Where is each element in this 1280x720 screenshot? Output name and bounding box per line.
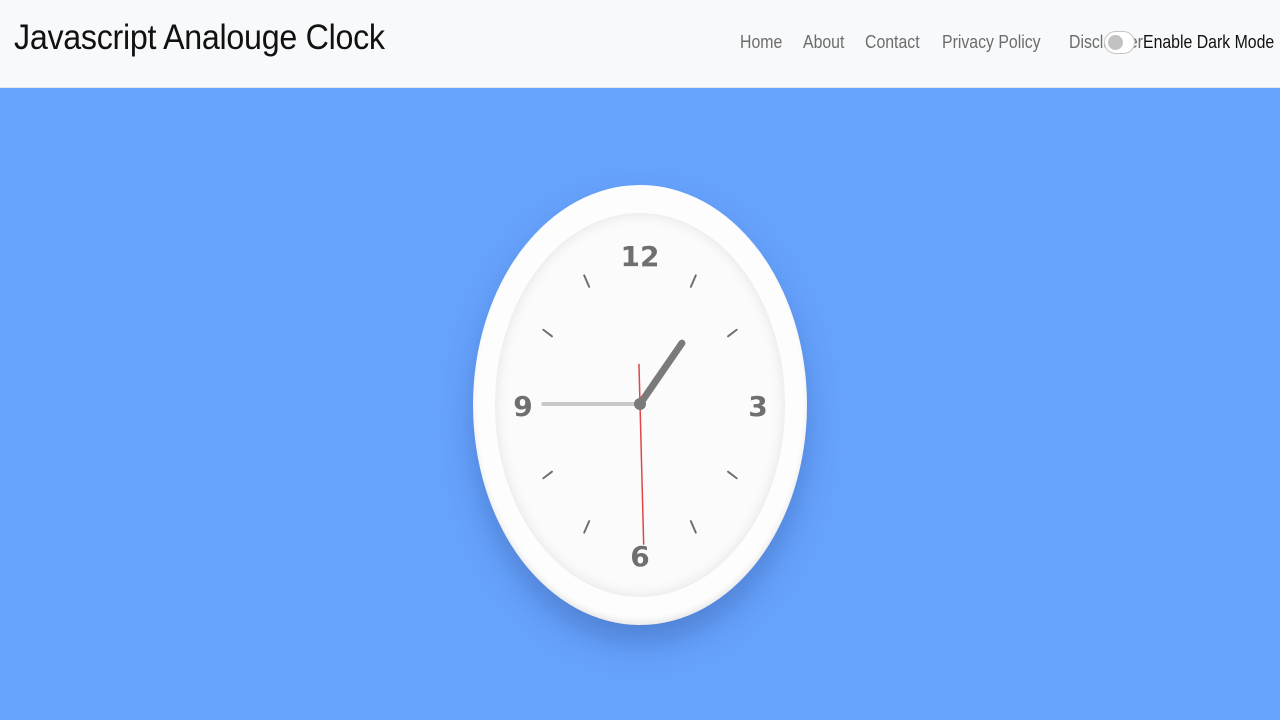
navbar: Javascript Analouge Clock Home About Con… [0, 0, 1280, 88]
tick-mark [689, 520, 697, 534]
site-title[interactable]: Javascript Analouge Clock [14, 18, 385, 58]
hour-hand [636, 339, 686, 408]
numeral-3: 3 [748, 390, 767, 423]
numeral-9: 9 [513, 390, 532, 423]
tick-mark [583, 520, 591, 534]
tick-mark [689, 274, 697, 288]
nav-about-link[interactable]: About [803, 32, 844, 53]
center-pin [634, 398, 646, 410]
tick-mark [583, 274, 591, 288]
clock-dial: 12 3 6 9 [513, 240, 767, 573]
tick-mark [727, 470, 738, 480]
toggle-knob [1108, 35, 1123, 50]
tick-mark [727, 328, 738, 338]
nav-contact-link[interactable]: Contact [865, 32, 920, 53]
nav-home-link[interactable]: Home [740, 32, 782, 53]
numeral-6: 6 [630, 540, 649, 573]
tick-mark [542, 328, 553, 338]
nav-privacy-policy-link[interactable]: Privacy Policy [942, 32, 1041, 53]
dark-mode-label[interactable]: Enable Dark Mode [1143, 32, 1274, 53]
numeral-12: 12 [621, 240, 660, 273]
tick-mark [542, 470, 553, 480]
dark-mode-toggle[interactable] [1104, 31, 1135, 54]
second-hand [638, 363, 645, 545]
